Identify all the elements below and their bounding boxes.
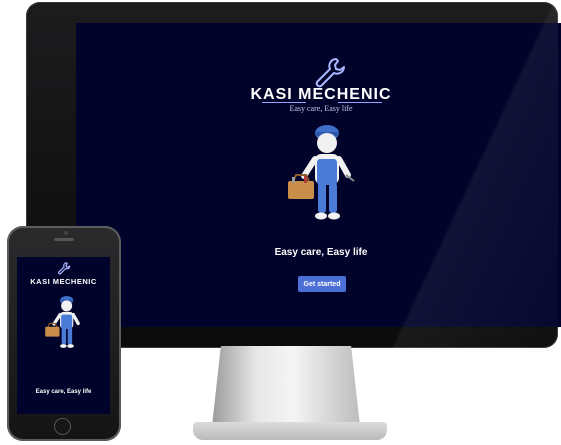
wrench-icon — [58, 262, 71, 275]
phone-home-button — [54, 418, 71, 435]
mechanic-illustration — [45, 295, 80, 348]
wrench-icon — [315, 58, 345, 88]
brand-title: KASI MECHENIC — [30, 277, 97, 286]
monitor-stand — [212, 346, 360, 426]
phone-camera — [64, 231, 68, 235]
desktop-screen: KASI MECHENIC Easy care, Easy life Easy … — [76, 23, 561, 327]
mechanic-illustration — [288, 125, 355, 220]
smartphone: KASI MECHENIC Easy care, Easy life Get s… — [7, 226, 121, 441]
brand-tagline: Easy care, Easy life — [289, 104, 353, 113]
brand-title: KASI MECHENIC — [250, 86, 392, 103]
hero-slogan: Easy care, Easy life — [274, 247, 368, 258]
phone-speaker — [54, 238, 74, 241]
hero-slogan: Easy care, Easy life — [35, 389, 92, 395]
phone-screen: KASI MECHENIC Easy care, Easy life Get s… — [17, 257, 110, 414]
get-started-button[interactable]: Get started — [298, 276, 346, 292]
monitor-stand-base — [193, 422, 387, 440]
